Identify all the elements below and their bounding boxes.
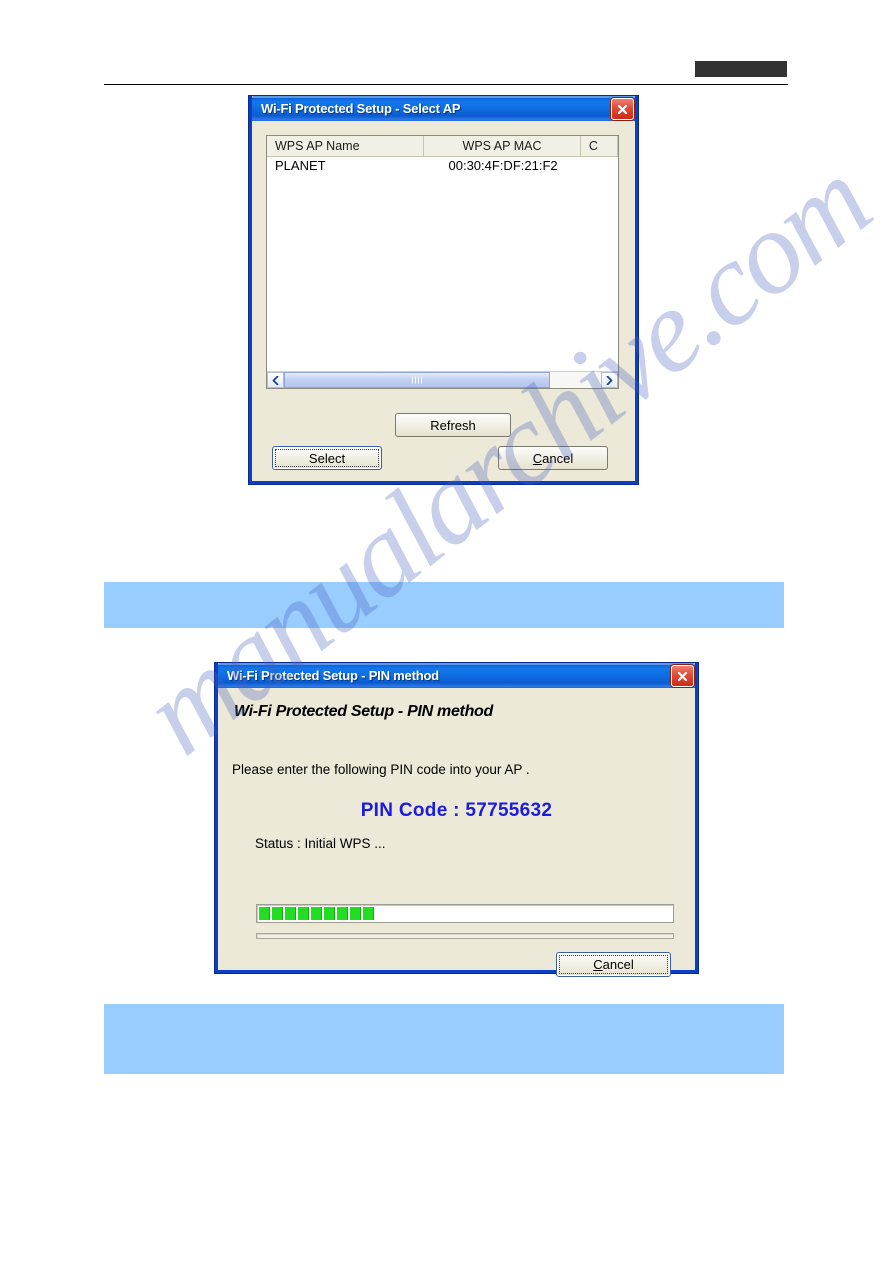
cancel-button-rest: ancel [542, 450, 574, 466]
dialog-body-select-ap: WPS AP Name WPS AP MAC C PLANET 00:30:4F… [252, 121, 635, 481]
progress-segment [311, 907, 322, 920]
cancel-accelerator: C [532, 450, 543, 466]
dialog-pin-method: Wi-Fi Protected Setup - PIN method Wi-Fi… [214, 662, 699, 977]
progress-segment [363, 907, 374, 920]
scrollbar-thumb[interactable] [284, 372, 551, 388]
close-icon[interactable] [671, 665, 694, 687]
ap-list[interactable]: WPS AP Name WPS AP MAC C PLANET 00:30:4F… [266, 135, 619, 389]
dialog-title-pin-method: Wi-Fi Protected Setup - PIN method [227, 668, 439, 683]
refresh-button[interactable]: Refresh [395, 413, 511, 437]
instruction-band-1 [104, 582, 784, 628]
header-redacted-block [695, 61, 787, 77]
refresh-button-label: Refresh [430, 417, 476, 433]
instruction-band-2 [104, 1004, 784, 1074]
progress-bar [256, 904, 674, 923]
cancel-button-rest: ancel [602, 957, 634, 972]
column-header-truncated[interactable]: C [581, 136, 618, 156]
status-text: Status : Initial WPS ... [255, 836, 386, 851]
column-header-wps-ap-name[interactable]: WPS AP Name [267, 136, 425, 156]
secondary-progress-bar [256, 933, 674, 939]
progress-segment [259, 907, 270, 920]
close-icon[interactable] [611, 98, 634, 120]
column-header-wps-ap-mac[interactable]: WPS AP MAC [424, 136, 581, 156]
cancel-button-label: Cancel [593, 957, 633, 972]
ap-list-header: WPS AP Name WPS AP MAC C [267, 136, 618, 157]
cell-ap-name: PLANET [275, 158, 326, 173]
progress-segment [285, 907, 296, 920]
scroll-right-arrow-icon[interactable] [601, 372, 618, 388]
select-button[interactable]: Select [272, 446, 382, 470]
cancel-button[interactable]: Cancel [556, 952, 671, 977]
dialog-title-select-ap: Wi-Fi Protected Setup - Select AP [261, 101, 461, 116]
cancel-button[interactable]: Cancel [498, 446, 608, 470]
pin-code-display: PIN Code : 57755632 [360, 800, 553, 821]
progress-segment [337, 907, 348, 920]
progress-segment [350, 907, 361, 920]
dialog-body-pin-method: Wi-Fi Protected Setup - PIN method Pleas… [218, 688, 695, 977]
cancel-accelerator: C [593, 957, 603, 972]
pin-method-heading: Wi-Fi Protected Setup - PIN method [234, 703, 493, 720]
scrollbar-track[interactable] [284, 372, 601, 388]
header-rule [104, 84, 788, 85]
progress-segment [324, 907, 335, 920]
cancel-button-label: Cancel [533, 451, 573, 466]
dialog-select-ap: Wi-Fi Protected Setup - Select AP WPS AP… [248, 95, 639, 485]
scroll-left-arrow-icon[interactable] [267, 372, 284, 388]
cell-ap-extra [582, 157, 618, 177]
scrollbar-grip-icon [412, 376, 423, 384]
progress-segment [298, 907, 309, 920]
progress-segment [272, 907, 283, 920]
select-button-label: Select [308, 450, 346, 466]
table-row[interactable]: PLANET 00:30:4F:DF:21:F2 [267, 157, 618, 177]
titlebar-pin-method[interactable]: Wi-Fi Protected Setup - PIN method [215, 663, 698, 688]
horizontal-scrollbar[interactable] [267, 371, 618, 388]
titlebar-select-ap[interactable]: Wi-Fi Protected Setup - Select AP [249, 96, 638, 121]
cell-ap-mac: 00:30:4F:DF:21:F2 [448, 158, 558, 173]
pin-instruction-text: Please enter the following PIN code into… [232, 762, 530, 777]
